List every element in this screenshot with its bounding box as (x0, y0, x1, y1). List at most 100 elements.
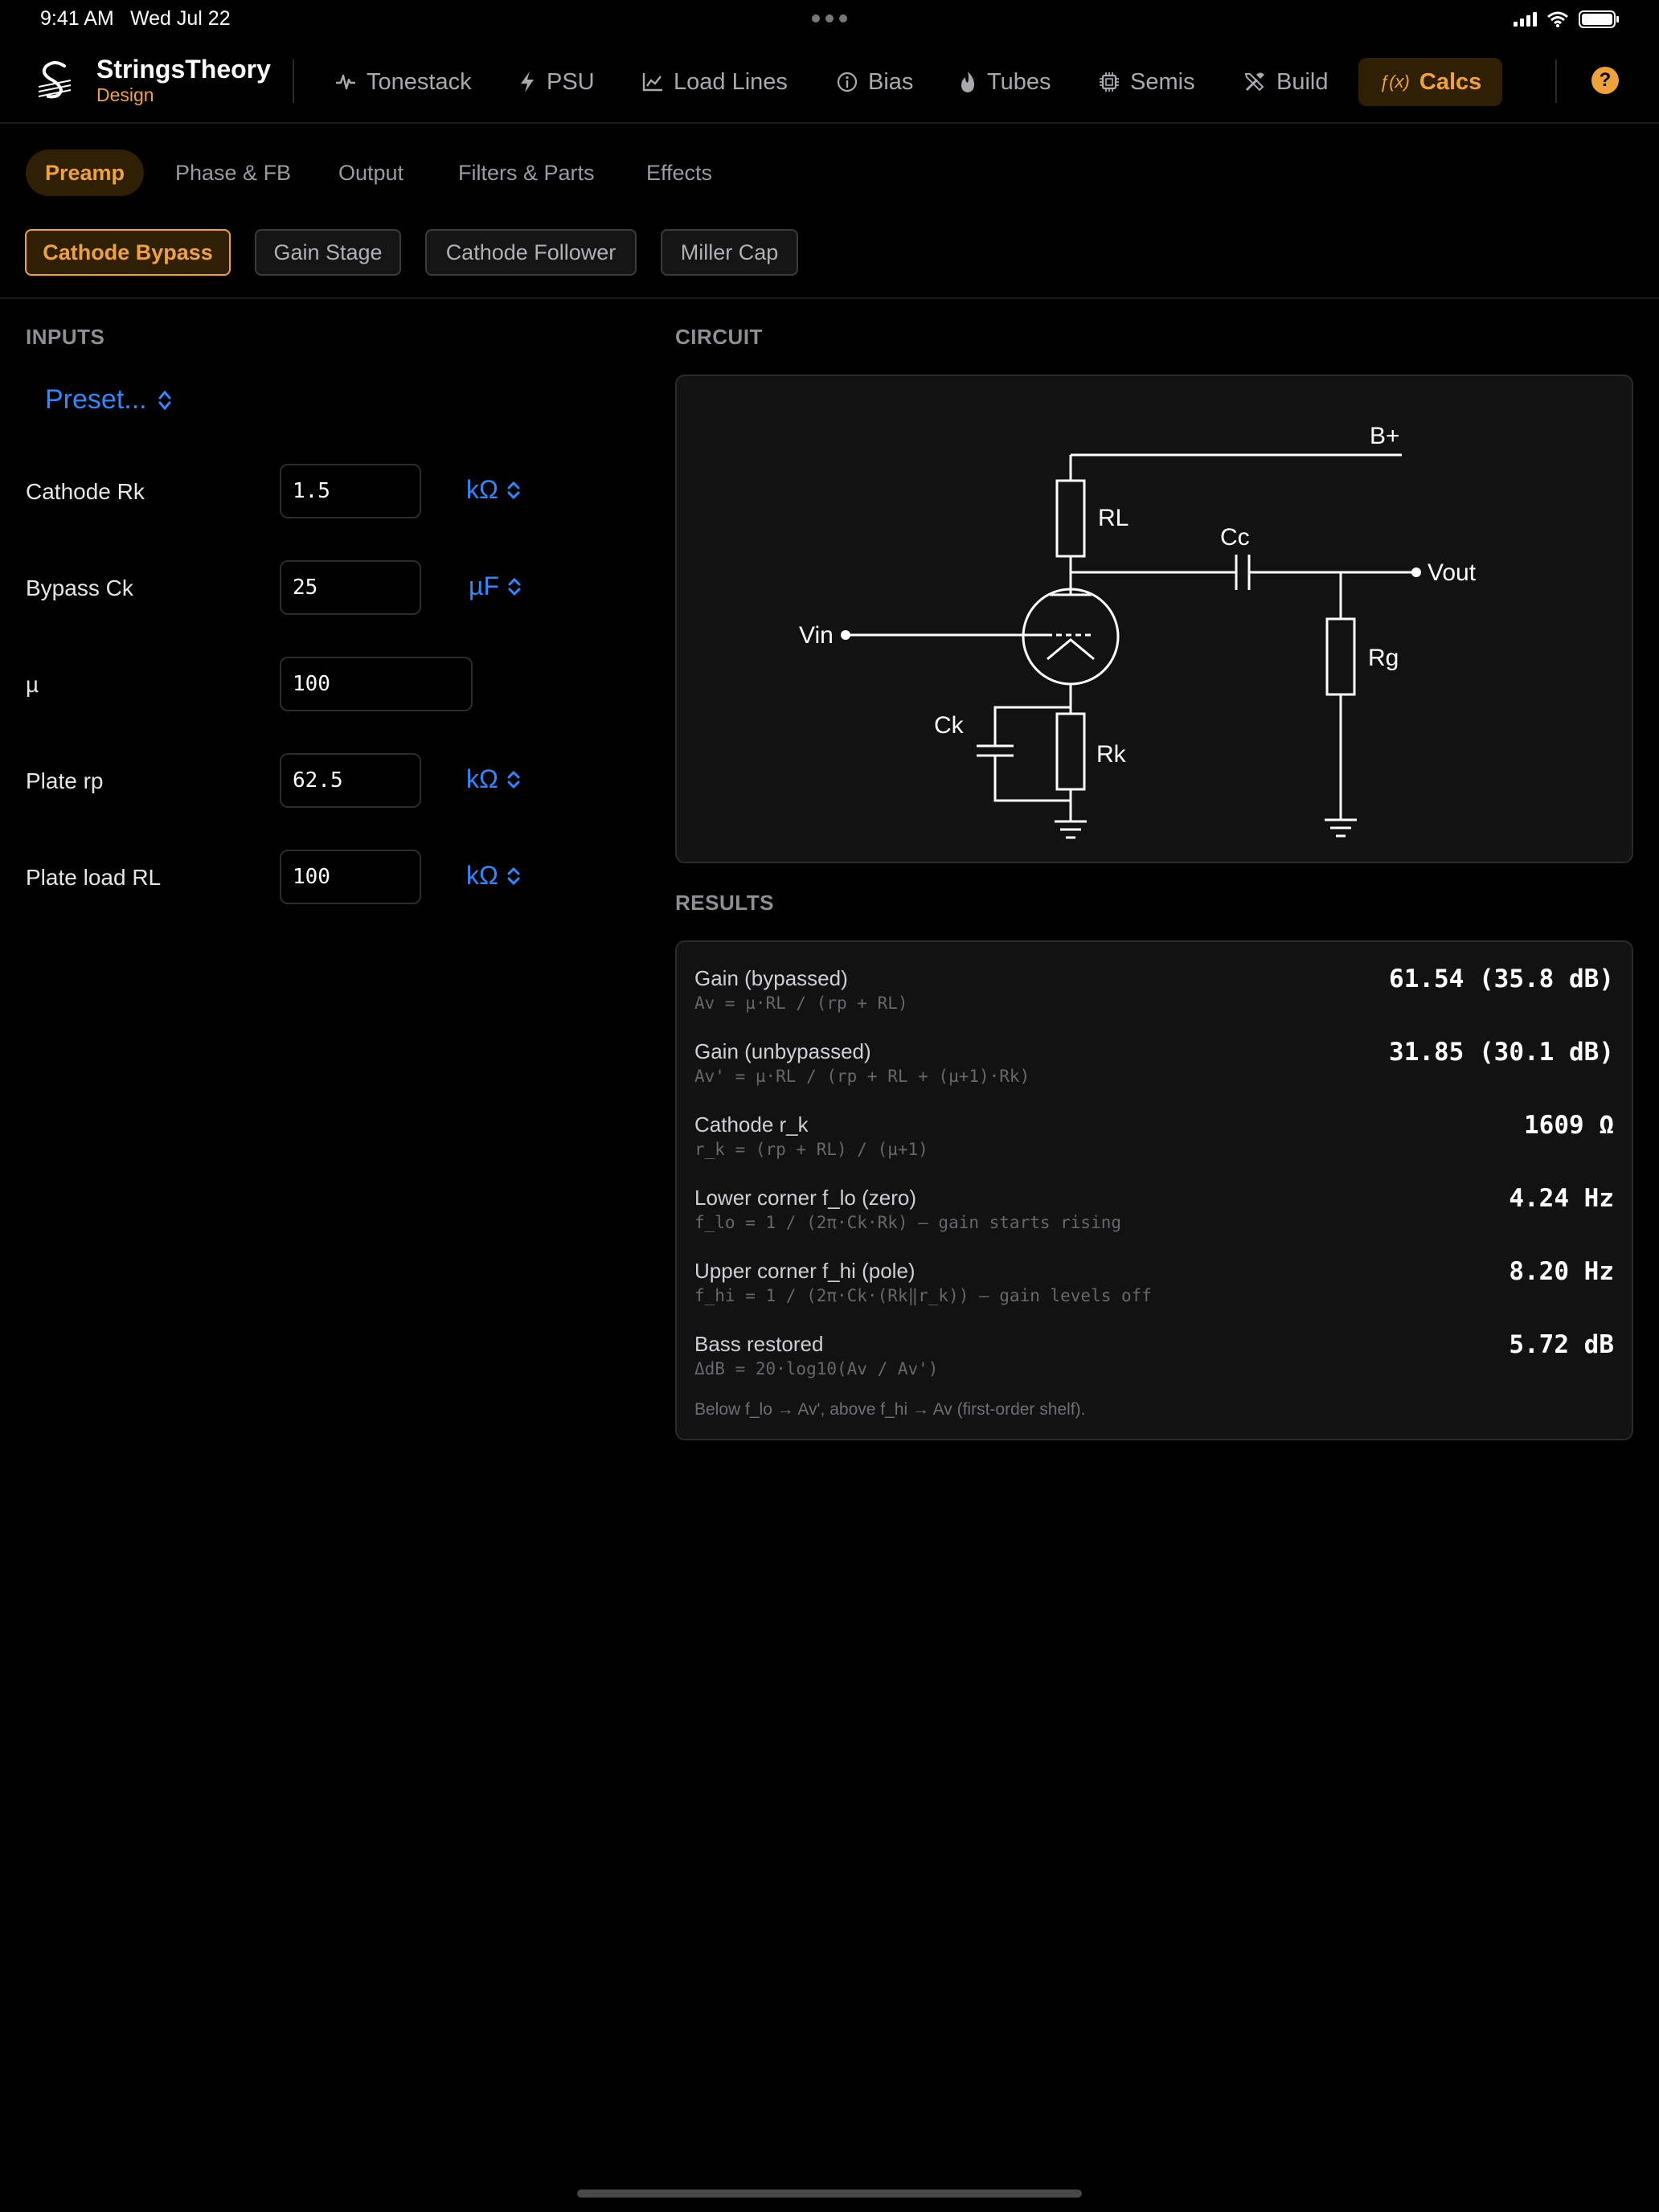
nav-tonestack[interactable]: Tonestack (323, 58, 483, 106)
chip-cathode-bypass[interactable]: Cathode Bypass (25, 229, 231, 276)
plate-load-rl-unit: kΩ (466, 861, 498, 890)
section-divider (0, 297, 1659, 299)
result-value: 1609 Ω (1524, 1111, 1614, 1140)
preset-label: Preset... (45, 384, 147, 415)
result-value: 61.54 (35.8 dB) (1389, 965, 1614, 993)
result-formula: f_hi = 1 / (2π·Ck·(Rk‖r_k)) — gain level… (694, 1286, 1152, 1305)
tab-effects[interactable]: Effects (627, 150, 731, 196)
multitasking-dots-icon[interactable] (812, 14, 847, 23)
circuit-schematic: B+ RL Cc Vout Vin Rg Ck Rk (799, 423, 1477, 839)
chip-miller-cap[interactable]: Miller Cap (661, 229, 798, 276)
result-value: 31.85 (30.1 dB) (1389, 1038, 1614, 1067)
bypass-ck-input[interactable]: 25 (280, 560, 421, 615)
mu-input[interactable]: 100 (280, 657, 473, 711)
cellular-signal-icon (1514, 12, 1537, 27)
nav-psu[interactable]: PSU (506, 58, 606, 106)
brand-name: StringsTheory (96, 55, 271, 84)
tools-icon (1244, 72, 1264, 92)
circuit-panel: B+ RL Cc Vout Vin Rg Ck Rk (675, 375, 1633, 863)
nav-divider (1555, 59, 1557, 103)
chevron-updown-icon (507, 770, 520, 789)
bypass-ck-unit: µF (469, 571, 499, 600)
status-bar: 9:41 AM Wed Jul 22 (0, 0, 1659, 40)
result-formula: f_lo = 1 / (2π·Ck·Rk) — gain starts risi… (694, 1213, 1122, 1232)
status-time: 9:41 AM (40, 7, 114, 30)
cathode-rk-unit-picker[interactable]: kΩ (466, 475, 521, 505)
plate-load-rl-input[interactable]: 100 (280, 850, 421, 904)
info-circle-icon (837, 72, 858, 92)
tab-filters-parts[interactable]: Filters & Parts (439, 150, 614, 196)
tab-output[interactable]: Output (319, 150, 423, 196)
result-name: Gain (unbypassed) (694, 1039, 871, 1063)
bplus-label: B+ (1370, 423, 1400, 449)
nav-build[interactable]: Build (1231, 58, 1340, 106)
line-chart-icon (642, 73, 662, 92)
plate-rp-input[interactable]: 62.5 (280, 753, 421, 808)
bypass-ck-label: Bypass Ck (26, 576, 133, 600)
function-icon: ƒ(x) (1379, 72, 1410, 92)
help-button[interactable]: ? (1591, 67, 1619, 94)
flame-icon (961, 72, 974, 92)
chevron-updown-icon (508, 577, 521, 596)
preset-picker[interactable]: Preset... (45, 384, 173, 416)
tab-preamp[interactable]: Preamp (26, 150, 145, 196)
status-date: Wed Jul 22 (130, 7, 231, 30)
chip-cathode-follower[interactable]: Cathode Follower (425, 229, 637, 276)
nav-semis-label: Semis (1130, 68, 1195, 95)
result-formula: Av' = µ·RL / (rp + RL + (µ+1)·Rk) (694, 1067, 1030, 1086)
result-value: 5.72 dB (1509, 1330, 1614, 1359)
nav-tonestack-label: Tonestack (367, 68, 472, 95)
result-name: Bass restored (694, 1332, 824, 1356)
home-indicator[interactable] (577, 2189, 1082, 2198)
result-formula: ΔdB = 20·log10(Av / Av') (694, 1359, 939, 1378)
nav-divider (293, 59, 294, 103)
results-footnote: Below f_lo → Av', above f_hi → Av (first… (694, 1400, 1086, 1419)
battery-icon (1579, 10, 1619, 28)
chip-gain-stage[interactable]: Gain Stage (255, 229, 401, 276)
tab-phase-fb[interactable]: Phase & FB (156, 150, 310, 196)
nav-tubes[interactable]: Tubes (947, 58, 1063, 106)
inputs-heading: INPUTS (26, 325, 105, 349)
results-heading: RESULTS (675, 891, 774, 915)
cc-label: Cc (1220, 524, 1250, 551)
cathode-rk-input[interactable]: 1.5 (280, 464, 421, 518)
cathode-rk-label: Cathode Rk (26, 479, 145, 504)
rk-label: Rk (1096, 741, 1127, 768)
nav-load-lines-label: Load Lines (674, 68, 788, 95)
circuit-heading: CIRCUIT (675, 325, 763, 349)
ck-label: Ck (934, 712, 965, 739)
result-value: 8.20 Hz (1509, 1257, 1614, 1286)
result-value: 4.24 Hz (1509, 1184, 1614, 1213)
nav-semis[interactable]: Semis (1087, 58, 1206, 106)
plate-load-rl-label: Plate load RL (26, 865, 162, 890)
chevron-updown-icon (507, 481, 520, 499)
bypass-ck-unit-picker[interactable]: µF (469, 571, 522, 601)
waveform-icon (336, 74, 355, 90)
status-indicators (1514, 10, 1620, 29)
result-formula: Av = µ·RL / (rp + RL) (694, 993, 908, 1013)
bolt-icon (521, 72, 534, 92)
result-formula: r_k = (rp + RL) / (µ+1) (694, 1140, 928, 1159)
chip-icon (1100, 72, 1119, 92)
brand-subtitle: Design (96, 84, 154, 105)
nav-build-label: Build (1276, 68, 1329, 95)
rl-label: RL (1098, 505, 1129, 531)
mu-label: µ (26, 672, 39, 697)
nav-bias-label: Bias (868, 68, 914, 95)
nav-load-lines[interactable]: Load Lines (630, 58, 799, 106)
nav-tubes-label: Tubes (987, 68, 1051, 95)
nav-bias[interactable]: Bias (825, 58, 924, 106)
plate-rp-unit: kΩ (466, 764, 498, 793)
nav-calcs[interactable]: ƒ(x) Calcs (1358, 58, 1503, 106)
stringstheory-logo-icon (38, 61, 72, 99)
plate-rp-label: Plate rp (26, 768, 104, 793)
result-name: Upper corner f_hi (pole) (694, 1259, 916, 1283)
vin-label: Vin (799, 622, 834, 649)
rg-label: Rg (1368, 645, 1399, 671)
plate-load-rl-unit-picker[interactable]: kΩ (466, 861, 521, 891)
nav-calcs-label: Calcs (1419, 68, 1482, 95)
result-name: Cathode r_k (694, 1112, 809, 1137)
wifi-icon (1547, 11, 1568, 27)
plate-rp-unit-picker[interactable]: kΩ (466, 764, 521, 794)
result-name: Gain (bypassed) (694, 966, 848, 990)
